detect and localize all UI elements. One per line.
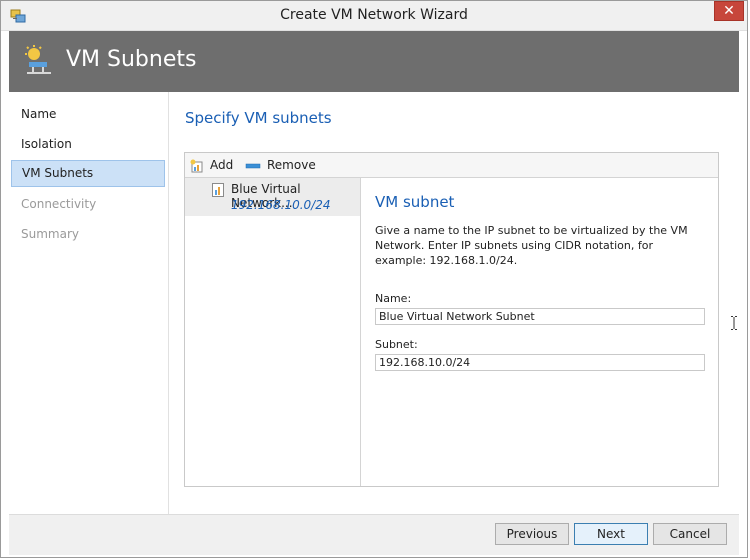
subnet-item-cidr: 192.168.10.0/24 [231,198,331,212]
next-button[interactable]: Next [574,523,648,545]
remove-label: Remove [267,158,316,172]
subnet-panel: Add Remove Blue Virtual Network... 192.1… [184,152,737,487]
subnet-field[interactable] [375,354,705,371]
add-label: Add [210,158,234,172]
section-heading: Specify VM subnets [185,109,332,127]
cancel-button[interactable]: Cancel [653,523,727,545]
content-area: Specify VM subnets Add Remove Blue Virtu… [169,92,739,514]
page-title: VM Subnets [66,47,197,72]
subnet-list: Blue Virtual Network... 192.168.10.0/24 [185,178,361,486]
wizard-footer: Previous Next Cancel [9,514,739,555]
subnet-detail: VM subnet Give a name to the IP subnet t… [375,178,737,486]
subnet-label: Subnet: [375,338,418,351]
remove-icon [245,163,261,168]
nav-item-summary: Summary [21,227,79,241]
nav-item-connectivity: Connectivity [21,197,97,211]
name-field[interactable] [375,308,705,325]
add-button[interactable]: Add [190,157,233,173]
close-button[interactable]: ✕ [714,1,744,21]
wizard-header: VM Subnets [9,31,739,92]
detail-heading: VM subnet [375,193,455,211]
window-title: Create VM Network Wizard [280,7,468,23]
remove-button[interactable]: Remove [245,157,316,173]
text-cursor-icon [731,316,737,330]
wizard-steps-nav: Name Isolation VM Subnets Connectivity S… [9,92,169,514]
title-bar[interactable]: Create VM Network Wizard ✕ [1,1,747,31]
nav-item-isolation[interactable]: Isolation [11,131,165,158]
name-label: Name: [375,292,412,305]
nav-item-vm-subnets[interactable]: VM Subnets [11,160,165,187]
subnet-item-icon [212,183,224,197]
add-subnet-icon [190,159,203,172]
subnet-toolbar: Add Remove [185,153,718,178]
network-wizard-icon [25,45,51,74]
detail-description: Give a name to the IP subnet to be virtu… [375,224,688,267]
wizard-window: Create VM Network Wizard ✕ VM Subnets Na… [0,0,748,558]
close-icon: ✕ [723,3,735,19]
previous-button[interactable]: Previous [495,523,569,545]
nav-item-name[interactable]: Name [11,101,165,128]
list-item[interactable]: Blue Virtual Network... 192.168.10.0/24 [185,178,360,216]
